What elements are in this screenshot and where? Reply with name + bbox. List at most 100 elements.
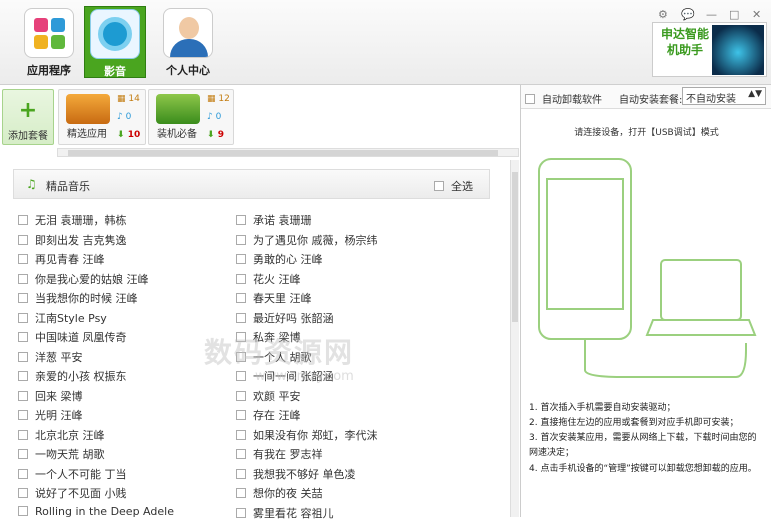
vertical-scrollbar[interactable] — [510, 160, 519, 517]
song-item[interactable]: 无泪 袁珊珊，韩栋 — [18, 212, 127, 231]
headphones-icon: ♫ — [26, 177, 37, 191]
song-item[interactable]: 中国味道 凤凰传奇 — [18, 329, 127, 348]
feedback-icon[interactable]: 💬 — [681, 8, 695, 21]
song-item[interactable]: 最近好吗 张韶涵 — [236, 310, 334, 329]
song-item[interactable]: 当我想你的时候 汪峰 — [18, 290, 138, 309]
checkbox[interactable] — [18, 410, 28, 420]
checkbox[interactable] — [18, 273, 28, 284]
phone-laptop-illustration — [538, 158, 757, 378]
song-item[interactable]: 雾里看花 容祖儿 — [236, 505, 334, 524]
auto-install-select[interactable]: 不自动安装 ▲▼ — [682, 87, 766, 105]
checkbox[interactable] — [236, 312, 246, 323]
checkbox[interactable] — [18, 505, 28, 516]
instruction-item: 3. 首次安装某应用，需要从网络上下载，下载时间由您的网速决定； — [529, 431, 761, 461]
checkbox[interactable] — [236, 293, 246, 303]
checkbox[interactable] — [236, 254, 246, 264]
song-title: 为了遇见你 戚薇，杨宗纬 — [253, 233, 378, 247]
checkbox[interactable] — [18, 254, 28, 264]
song-item[interactable]: 你是我心爱的姑娘 汪峰 — [18, 271, 149, 290]
checkbox[interactable] — [18, 234, 28, 245]
song-item[interactable]: 春天里 汪峰 — [236, 290, 312, 309]
checkbox[interactable] — [236, 215, 246, 225]
dropdown-arrow-icon: ▲▼ — [748, 89, 762, 99]
checkbox[interactable] — [236, 234, 246, 245]
download-count: ⬇ 9 — [207, 130, 224, 140]
checkbox[interactable] — [18, 488, 28, 498]
scrollbar-thumb[interactable] — [512, 172, 518, 322]
song-item[interactable]: 如果没有你 郑虹，李代沫 — [236, 427, 378, 446]
checkbox[interactable] — [18, 293, 28, 303]
select-all-checkbox[interactable]: 全选 — [434, 178, 473, 194]
song-item[interactable]: 一个人不可能 丁当 — [18, 466, 127, 485]
song-item[interactable]: 勇敢的心 汪峰 — [236, 251, 323, 270]
checkbox[interactable] — [18, 312, 28, 323]
scrollbar-thumb[interactable] — [68, 150, 498, 156]
song-item[interactable]: 再见青春 汪峰 — [18, 251, 105, 270]
section-header: ♫ 精品音乐 全选 — [13, 169, 490, 199]
checkbox[interactable] — [236, 273, 246, 284]
checkbox[interactable] — [236, 429, 246, 440]
song-item[interactable]: 我想我不够好 单色凌 — [236, 466, 356, 485]
song-title: 一吻天荒 胡歌 — [35, 448, 105, 461]
checkbox[interactable] — [18, 332, 28, 342]
song-item[interactable]: 一吻天荒 胡歌 — [18, 446, 105, 465]
checkbox[interactable] — [236, 468, 246, 479]
horizontal-scrollbar[interactable] — [57, 148, 519, 157]
checkbox[interactable] — [18, 390, 28, 401]
song-item[interactable]: 亲爱的小孩 权振东 — [18, 368, 127, 387]
checkbox[interactable] — [18, 351, 28, 362]
nav-apps[interactable]: 应用程序 — [18, 6, 80, 78]
song-title: 当我想你的时候 汪峰 — [35, 292, 138, 305]
checkbox[interactable] — [236, 449, 246, 459]
checkbox[interactable] — [434, 181, 444, 191]
song-item[interactable]: 想你的夜 关喆 — [236, 485, 323, 504]
instruction-item: 2. 直接拖住左边的应用或套餐到对应手机即可安装； — [529, 416, 761, 431]
auto-install-value: 不自动安装 — [686, 94, 736, 105]
package-card[interactable]: 装机必备 ▦ 12 ♪ 0 ⬇ 9 — [148, 89, 234, 145]
package-card[interactable]: 精选应用 ▦ 14 ♪ 0 ⬇ 10 — [58, 89, 146, 145]
checkbox[interactable] — [18, 215, 28, 225]
song-item[interactable]: 江南Style Psy — [18, 310, 107, 329]
auto-uninstall-checkbox[interactable]: 自动卸载软件 — [525, 91, 602, 106]
song-item[interactable]: 承诺 袁珊珊 — [236, 212, 312, 231]
checkbox[interactable] — [236, 410, 246, 420]
song-item[interactable]: 即刻出发 吉克隽逸 — [18, 232, 127, 251]
music-count: ♪ 0 — [117, 112, 132, 122]
checkbox[interactable] — [18, 468, 28, 479]
add-package-button[interactable]: + 添加套餐 — [2, 89, 54, 145]
toolbox-icon — [156, 94, 200, 124]
grid-count-value: 14 — [128, 94, 140, 104]
song-item[interactable]: 回来 梁博 — [18, 388, 83, 407]
song-item[interactable]: 花火 汪峰 — [236, 271, 301, 290]
checkbox[interactable] — [18, 449, 28, 459]
checkbox[interactable] — [236, 488, 246, 498]
song-item[interactable]: 有我在 罗志祥 — [236, 446, 323, 465]
minimize-button[interactable]: — — [706, 8, 717, 21]
song-item[interactable]: 存在 汪峰 — [236, 407, 301, 426]
song-item[interactable]: 洋葱 平安 — [18, 349, 83, 368]
top-bar: 应用程序 影音 个人中心 ⚙ 💬 — □ ✕ 申达智能机助手 — [0, 0, 771, 85]
checkbox[interactable] — [18, 371, 28, 381]
settings-icon[interactable]: ⚙ — [658, 8, 668, 21]
song-item[interactable]: 为了遇见你 戚薇，杨宗纬 — [236, 232, 378, 251]
checkbox[interactable] — [525, 94, 535, 104]
song-item[interactable]: Rolling in the Deep Adele — [18, 505, 174, 524]
checkbox[interactable] — [236, 371, 246, 381]
checkbox[interactable] — [236, 390, 246, 401]
download-count-value: 9 — [217, 130, 224, 140]
song-item[interactable]: 北京北京 汪峰 — [18, 427, 105, 446]
maximize-button[interactable]: □ — [729, 8, 739, 21]
song-item[interactable]: 欢颜 平安 — [236, 388, 301, 407]
song-item[interactable]: 说好了不见面 小贱 — [18, 485, 127, 504]
checkbox[interactable] — [236, 507, 246, 518]
song-title: 雾里看花 容祖儿 — [253, 506, 334, 520]
nav-apps-label: 应用程序 — [27, 64, 71, 77]
song-title: 即刻出发 吉克隽逸 — [35, 233, 127, 247]
nav-media[interactable]: 影音 — [84, 6, 146, 78]
nav-personal[interactable]: 个人中心 — [157, 6, 219, 78]
song-title: 花火 汪峰 — [253, 272, 301, 286]
song-item[interactable]: 光明 汪峰 — [18, 407, 83, 426]
checkbox[interactable] — [18, 429, 28, 440]
close-button[interactable]: ✕ — [752, 8, 761, 21]
song-title: 有我在 罗志祥 — [253, 448, 323, 461]
